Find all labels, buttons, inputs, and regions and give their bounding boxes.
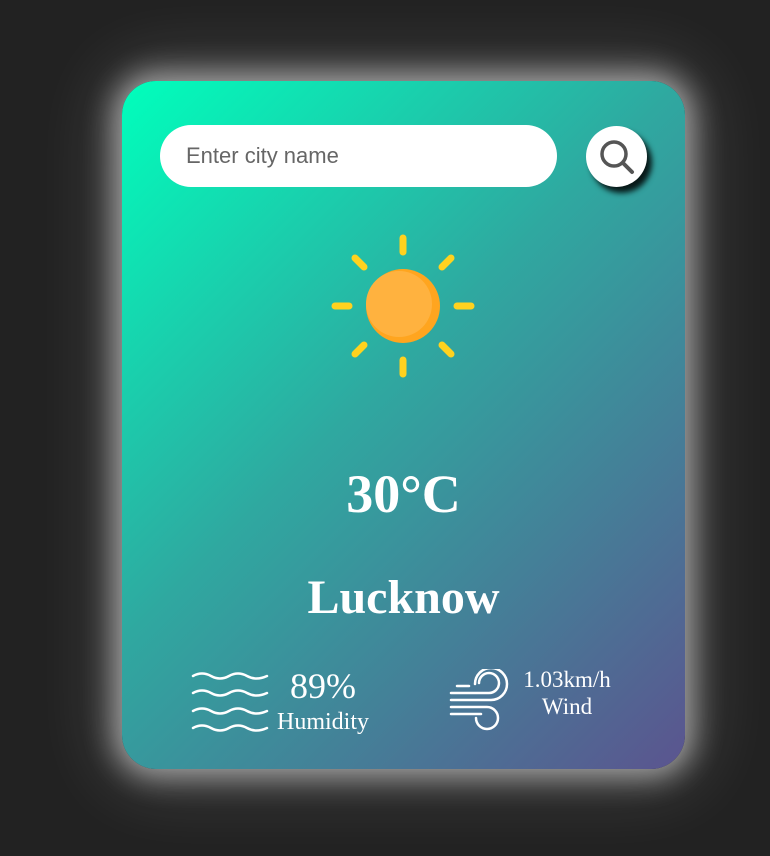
humidity-value: 89%	[290, 666, 356, 706]
humidity-label: Humidity	[276, 709, 369, 735]
city-search-input[interactable]	[160, 125, 557, 187]
wind-icon	[449, 669, 509, 731]
wind-label: Wind	[541, 694, 593, 719]
search-button[interactable]	[586, 126, 647, 187]
city-name: Lucknow	[307, 571, 500, 624]
humidity-waves-icon	[191, 672, 269, 732]
wind-speed-value: 1.03km/h	[523, 667, 611, 692]
weather-card: 30°C Lucknow 89% Humidity 1.03km/h Wind	[122, 81, 685, 769]
search-icon	[599, 139, 634, 174]
sun-icon	[331, 234, 475, 378]
temperature-value: 30°C	[346, 464, 461, 524]
